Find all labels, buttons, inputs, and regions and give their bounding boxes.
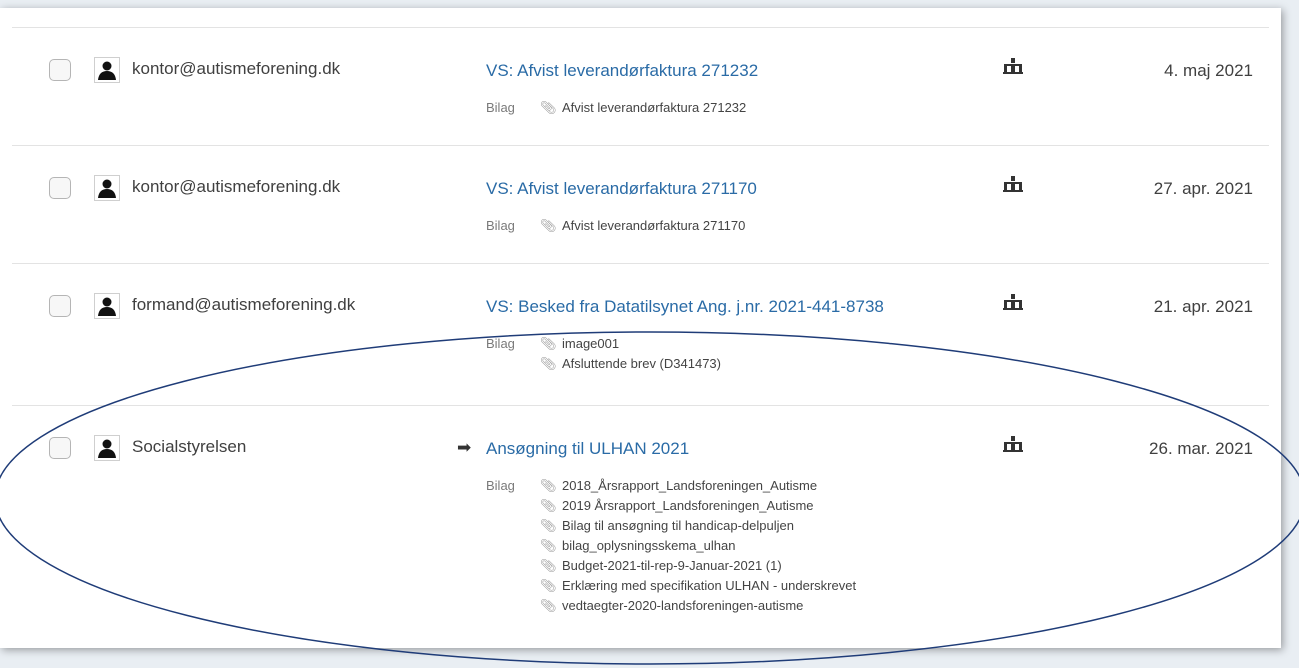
hierarchy-icon[interactable]	[1002, 57, 1024, 75]
hierarchy-icon[interactable]	[1002, 293, 1024, 311]
subject-link[interactable]: VS: Afvist leverandørfaktura 271232	[486, 61, 758, 81]
sender: kontor@autismeforening.dk	[132, 59, 341, 78]
attachment-item[interactable]: 📎︎ Budget-2021-til-rep-9-Januar-2021 (1)	[540, 556, 782, 576]
attachment-item[interactable]: 📎︎ image001	[540, 334, 619, 354]
date: 27. apr. 2021	[1153, 179, 1253, 198]
mail-row[interactable]: formand@autismeforening.dk VS: Besked fr…	[12, 263, 1269, 406]
hierarchy-icon[interactable]	[1002, 435, 1024, 453]
row-checkbox[interactable]	[49, 437, 71, 459]
attachments-label: Bilag	[486, 218, 515, 233]
paperclip-icon: 📎︎	[540, 218, 557, 233]
person-icon	[94, 293, 120, 319]
date: 21. apr. 2021	[1153, 297, 1253, 316]
attachments-label: Bilag	[486, 100, 515, 115]
forward-arrow-icon: ➡︎	[457, 438, 472, 457]
attachment-item[interactable]: 📎︎ vedtaegter-2020-landsforeningen-autism…	[540, 596, 803, 616]
row-checkbox[interactable]	[49, 177, 71, 199]
attachment-item[interactable]: 📎︎ bilag_oplysningsskema_ulhan	[540, 536, 735, 556]
paperclip-icon: 📎︎	[540, 100, 557, 115]
paperclip-icon: 📎︎	[540, 478, 557, 493]
subject-link[interactable]: VS: Besked fra Datatilsynet Ang. j.nr. 2…	[486, 297, 884, 317]
attachments-label: Bilag	[486, 478, 515, 493]
row-checkbox[interactable]	[49, 59, 71, 81]
attachment-item[interactable]: 📎︎ Afvist leverandørfaktura 271170	[540, 216, 745, 236]
sender: kontor@autismeforening.dk	[132, 177, 341, 196]
paperclip-icon: 📎︎	[540, 538, 557, 553]
paperclip-icon: 📎︎	[540, 518, 557, 533]
paperclip-icon: 📎︎	[540, 578, 557, 593]
paperclip-icon: 📎︎	[540, 558, 557, 573]
date: 26. mar. 2021	[1149, 439, 1253, 458]
person-icon	[94, 57, 120, 83]
paperclip-icon: 📎︎	[540, 598, 557, 613]
hierarchy-icon[interactable]	[1002, 175, 1024, 193]
attachment-item[interactable]: 📎︎ Bilag til ansøgning til handicap-delpu…	[540, 516, 794, 536]
row-checkbox[interactable]	[49, 295, 71, 317]
sender: Socialstyrelsen	[132, 437, 247, 456]
mail-row[interactable]: Socialstyrelsen ➡︎ Ansøgning til ULHAN 2…	[12, 405, 1269, 648]
person-icon	[94, 435, 120, 461]
attachment-item[interactable]: 📎︎ 2019 Årsrapport_Landsforeningen_Autism…	[540, 496, 814, 516]
sender: formand@autismeforening.dk	[132, 295, 356, 314]
attachment-item[interactable]: 📎︎ Afvist leverandørfaktura 271232	[540, 98, 746, 118]
attachment-item[interactable]: 📎︎ 2018_Årsrapport_Landsforeningen_Autism…	[540, 476, 817, 496]
attachment-item[interactable]: 📎︎ Erklæring med specifikation ULHAN - un…	[540, 576, 856, 596]
attachment-item[interactable]: 📎︎ Afsluttende brev (D341473)	[540, 354, 721, 374]
attachments-label: Bilag	[486, 336, 515, 351]
mail-row[interactable]: kontor@autismeforening.dk VS: Afvist lev…	[12, 145, 1269, 264]
mail-list-panel: kontor@autismeforening.dk VS: Afvist lev…	[0, 8, 1281, 648]
paperclip-icon: 📎︎	[540, 498, 557, 513]
subject-link[interactable]: Ansøgning til ULHAN 2021	[486, 439, 689, 459]
subject-link[interactable]: VS: Afvist leverandørfaktura 271170	[486, 179, 757, 199]
mail-row[interactable]: kontor@autismeforening.dk VS: Afvist lev…	[12, 27, 1269, 146]
date: 4. maj 2021	[1164, 61, 1253, 80]
paperclip-icon: 📎︎	[540, 336, 557, 351]
person-icon	[94, 175, 120, 201]
paperclip-icon: 📎︎	[540, 356, 557, 371]
